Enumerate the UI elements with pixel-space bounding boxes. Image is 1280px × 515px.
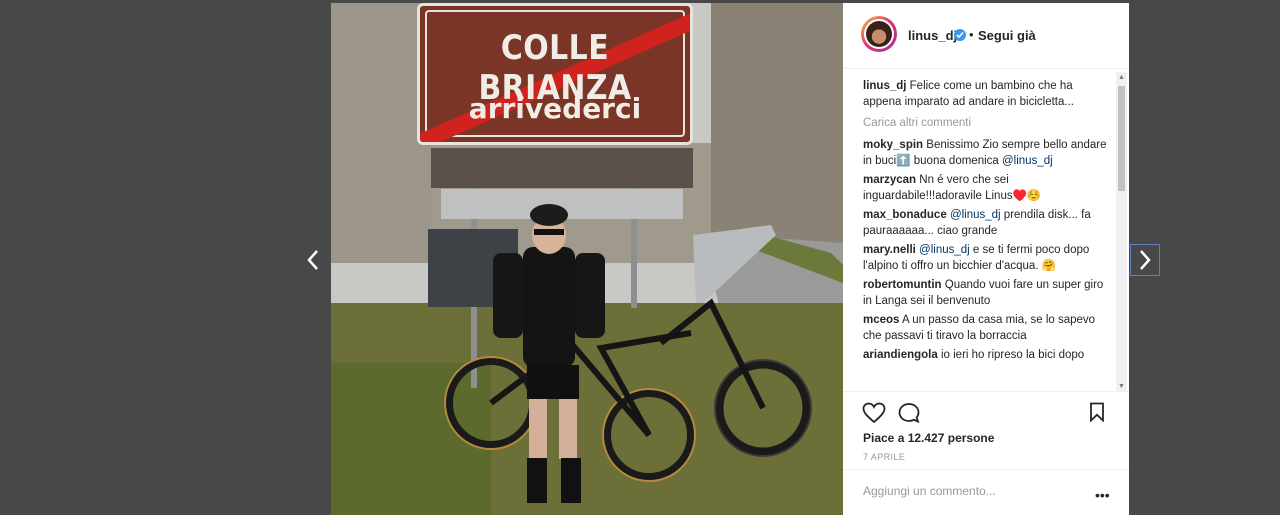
- chevron-right-icon: [1140, 250, 1151, 270]
- caption-user[interactable]: linus_dj: [863, 80, 906, 92]
- chevron-left-icon: [307, 250, 318, 270]
- prev-post-arrow[interactable]: [298, 244, 328, 276]
- comment-user[interactable]: ariandiengola: [863, 349, 938, 361]
- comment-user[interactable]: mceos: [863, 314, 899, 326]
- comment-bubble-icon[interactable]: [897, 402, 921, 424]
- scrollbar-thumb[interactable]: [1118, 86, 1125, 191]
- comments-list[interactable]: linus_dj Felice come un bambino che ha a…: [863, 78, 1113, 391]
- comment-item: moky_spin Benissimo Zio sempre bello and…: [863, 137, 1113, 169]
- following-button[interactable]: Segui già: [978, 28, 1036, 43]
- comment-item: robertomuntin Quando vuoi fare un super …: [863, 277, 1113, 309]
- post-side-panel: linus_dj • Segui già linus_dj Felice com…: [843, 3, 1129, 515]
- comment-user[interactable]: max_bonaduce: [863, 209, 947, 221]
- comments-scrollbar[interactable]: ▲ ▼: [1116, 72, 1127, 392]
- comment-mention[interactable]: @linus_dj: [950, 209, 1001, 221]
- comment-mention[interactable]: @linus_dj: [919, 244, 970, 256]
- more-dots-icon[interactable]: •••: [1095, 487, 1110, 503]
- comment-item: max_bonaduce @linus_dj prendila disk... …: [863, 207, 1113, 239]
- comment-user[interactable]: robertomuntin: [863, 279, 942, 291]
- action-bar: [843, 391, 1129, 428]
- comment-mention[interactable]: @linus_dj: [1002, 155, 1053, 167]
- caption: linus_dj Felice come un bambino che ha a…: [863, 78, 1113, 110]
- add-comment-bar: •••: [843, 469, 1129, 515]
- header-separator: •: [969, 27, 974, 42]
- comment-user[interactable]: marzycan: [863, 174, 916, 186]
- comment-item: ariandiengola io ieri ho ripreso la bici…: [863, 347, 1113, 363]
- comment-text: io ieri ho ripreso la bici dopo: [940, 349, 1085, 361]
- comment-item: marzycan Nn é vero che sei inguardabile!…: [863, 172, 1113, 204]
- comment-item: mary.nelli @linus_dj e se ti fermi poco …: [863, 242, 1113, 274]
- avatar[interactable]: [861, 16, 897, 52]
- next-post-arrow[interactable]: [1130, 244, 1160, 276]
- post-date: 7 APRILE: [863, 452, 906, 462]
- heart-icon[interactable]: [862, 402, 886, 424]
- comment-user[interactable]: moky_spin: [863, 139, 923, 151]
- avatar-photo: [866, 21, 892, 47]
- bookmark-icon[interactable]: [1089, 402, 1105, 422]
- comment-item: mceos A un passo da casa mia, se lo sape…: [863, 312, 1113, 344]
- avatar-ring-gap: [864, 19, 894, 49]
- post-header: linus_dj • Segui già: [843, 3, 1129, 69]
- header-username[interactable]: linus_dj: [908, 28, 957, 43]
- scroll-up-arrow-icon[interactable]: ▲: [1116, 72, 1127, 83]
- sign-farewell-text: arrivederci: [468, 92, 642, 125]
- comment-user[interactable]: mary.nelli: [863, 244, 916, 256]
- comment-input[interactable]: [863, 484, 1083, 498]
- verified-badge-icon: [954, 29, 966, 41]
- town-sign: COLLE BRIANZA arrivederci: [417, 3, 693, 145]
- post-photo[interactable]: COLLE BRIANZA arrivederci: [331, 3, 843, 515]
- likes-count[interactable]: Piace a 12.427 persone: [863, 431, 994, 445]
- load-more-comments-link[interactable]: Carica altri commenti: [863, 115, 1113, 131]
